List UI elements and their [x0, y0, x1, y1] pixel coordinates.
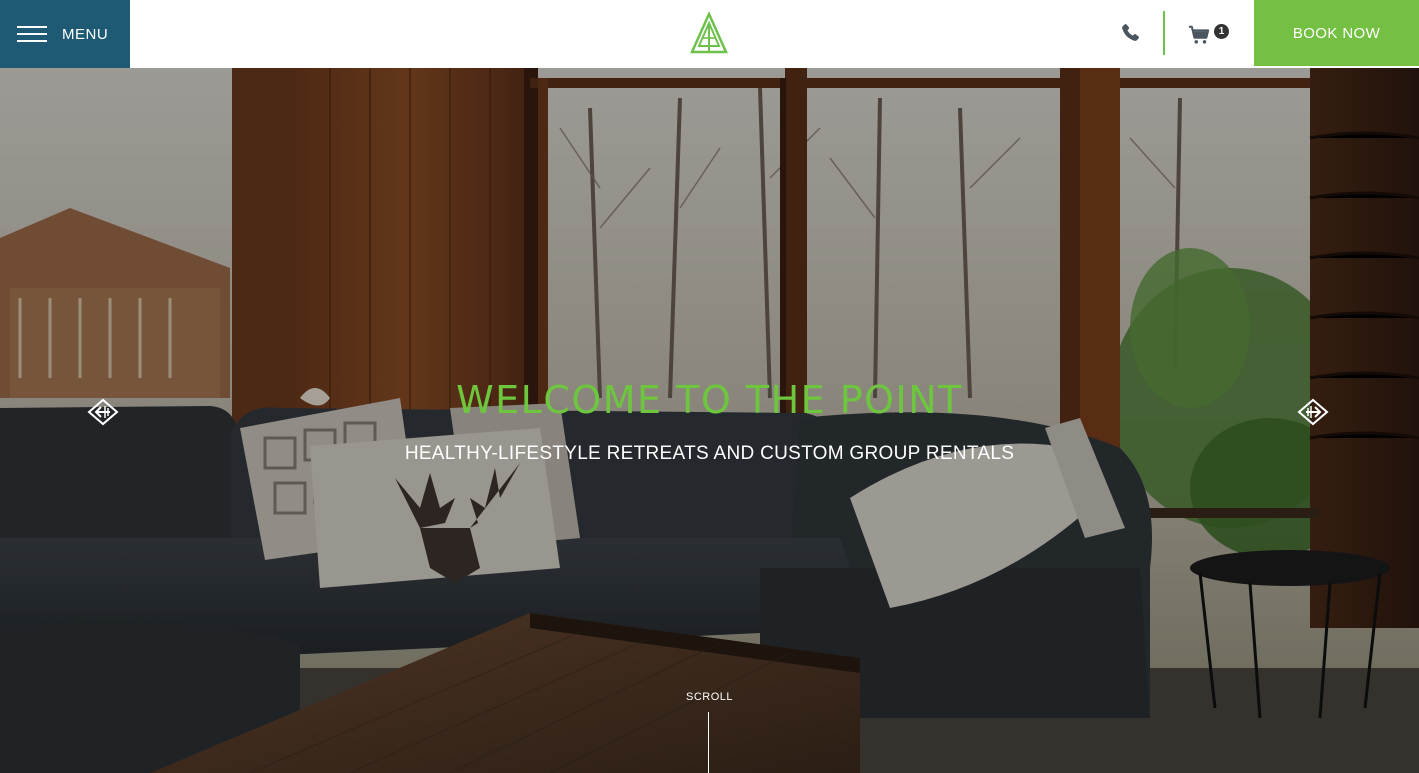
hero-slider: WELCOME TO THE POINT HEALTHY-LIFESTYLE R…: [0, 68, 1419, 773]
menu-button[interactable]: MENU: [0, 0, 130, 68]
hero-subtitle: HEALTHY-LIFESTYLE RETREATS AND CUSTOM GR…: [404, 443, 1015, 464]
menu-label: MENU: [62, 25, 109, 43]
pine-tree-logo[interactable]: [690, 12, 728, 54]
scroll-indicator-line: [708, 712, 709, 773]
cart-icon: [1188, 25, 1210, 44]
hamburger-icon: [17, 26, 47, 42]
book-now-button[interactable]: BOOK NOW: [1254, 0, 1419, 66]
phone-icon[interactable]: [1119, 22, 1141, 44]
hero-title: WELCOME TO THE POINT: [456, 378, 963, 422]
scroll-indicator-label[interactable]: SCROLL: [0, 691, 1419, 703]
header-divider: [1163, 11, 1165, 55]
cart-button[interactable]: 1: [1188, 22, 1232, 46]
site-header: MENU 1 BOOK NOW: [0, 0, 1419, 68]
cart-count-badge: 1: [1214, 24, 1229, 39]
